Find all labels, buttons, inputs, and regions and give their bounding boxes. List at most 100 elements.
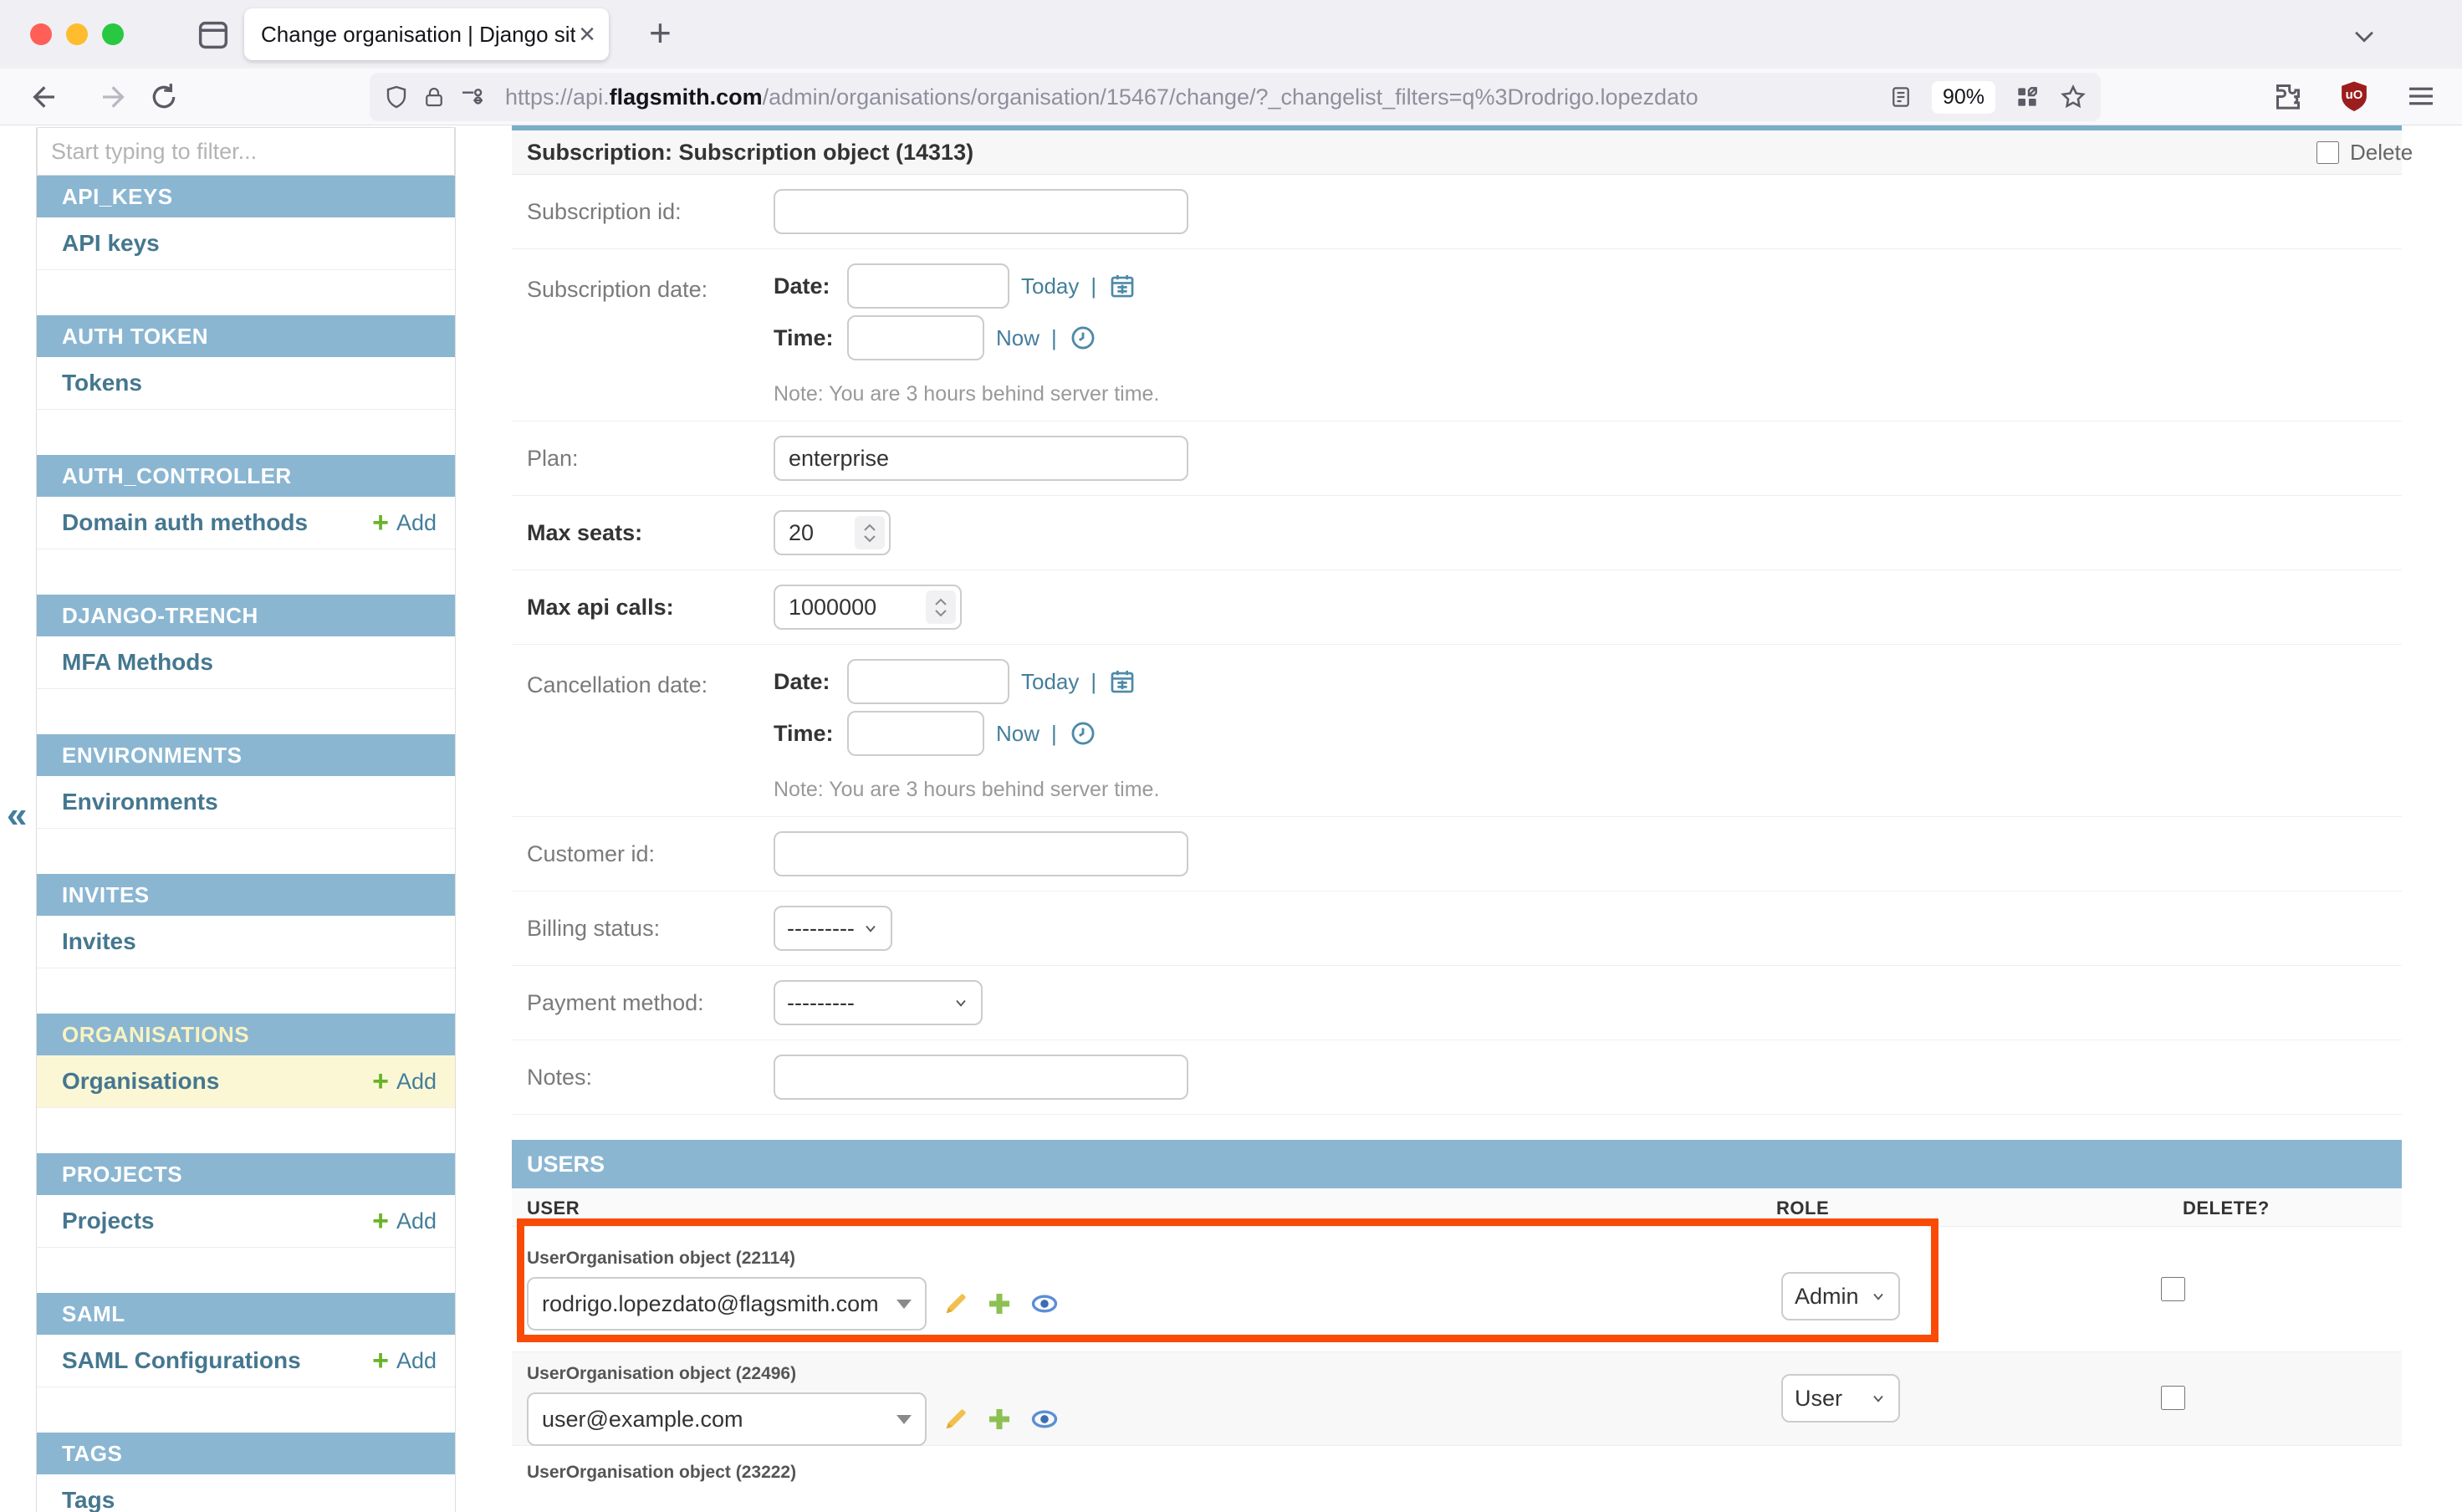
sidebar-item-projects[interactable]: Projects +Add (37, 1195, 455, 1248)
sidebar-item-api-keys[interactable]: API keys (37, 217, 455, 270)
cancellation-date-input[interactable] (847, 659, 1009, 704)
cancellation-date-label: Cancellation date: (512, 659, 774, 802)
clock-icon[interactable] (1069, 719, 1097, 748)
edit-pencil-icon[interactable] (942, 1290, 970, 1318)
tab-list-chevron-icon[interactable] (2350, 22, 2378, 54)
number-stepper[interactable] (855, 516, 885, 549)
role-select-value: User (1795, 1386, 1842, 1412)
add-domain-auth-method-link[interactable]: + Add (372, 508, 437, 537)
tab-close-icon[interactable]: × (579, 20, 595, 49)
calendar-icon[interactable] (1108, 667, 1137, 696)
view-related-eye-icon[interactable] (1029, 1405, 1060, 1433)
column-header-role: ROLE (1776, 1198, 1829, 1219)
firefox-view-icon[interactable] (194, 16, 232, 59)
add-related-icon[interactable] (985, 1405, 1014, 1433)
delete-user-checkbox[interactable] (2161, 1386, 2185, 1410)
permissions-icon[interactable] (458, 84, 487, 110)
role-select[interactable]: User (1781, 1374, 1900, 1423)
sidebar-item-environments[interactable]: Environments (37, 776, 455, 829)
url-scheme: https://api. (505, 84, 610, 110)
sidebar-item-label[interactable]: Environments (62, 789, 218, 815)
add-label: Add (396, 510, 437, 536)
reader-mode-icon[interactable] (1888, 84, 1913, 110)
sidebar-collapse-toggle[interactable]: « (7, 794, 27, 836)
delete-label: Delete (2350, 140, 2413, 166)
back-icon[interactable] (25, 80, 59, 118)
calendar-icon[interactable] (1108, 272, 1137, 300)
sidebar-item-domain-auth-methods[interactable]: Domain auth methods + Add (37, 497, 455, 549)
reload-icon[interactable] (147, 80, 181, 118)
forward-icon[interactable] (99, 80, 132, 118)
user-select[interactable]: rodrigo.lopezdato@flagsmith.com (527, 1277, 927, 1331)
billing-status-select[interactable]: --------- (774, 906, 892, 951)
add-saml-configuration-link[interactable]: +Add (372, 1346, 437, 1375)
sidebar-item-label[interactable]: Domain auth methods (62, 509, 308, 536)
subscription-date-input[interactable] (847, 263, 1009, 309)
chevron-down-icon (862, 920, 879, 937)
clock-icon[interactable] (1069, 324, 1097, 352)
add-related-icon[interactable] (985, 1290, 1014, 1318)
server-time-note: Note: You are 3 hours behind server time… (774, 382, 1159, 406)
sidebar-spacer (37, 549, 455, 595)
user-select[interactable]: user@example.com (527, 1392, 927, 1446)
payment-method-select[interactable]: --------- (774, 980, 983, 1025)
sidebar-item-label[interactable]: API keys (62, 230, 160, 257)
sidebar-item-label[interactable]: SAML Configurations (62, 1347, 301, 1374)
customer-id-input[interactable] (774, 831, 1188, 876)
sidebar-item-label[interactable]: Organisations (62, 1068, 219, 1095)
add-organisation-link[interactable]: +Add (372, 1067, 437, 1096)
delete-user-checkbox[interactable] (2161, 1277, 2185, 1301)
user-row: UserOrganisation object (23222) (512, 1446, 2402, 1496)
sidebar-item-organisations[interactable]: Organisations +Add (37, 1055, 455, 1108)
sidebar-item-label[interactable]: MFA Methods (62, 649, 213, 676)
now-link[interactable]: Now (996, 325, 1039, 351)
role-select[interactable]: Admin (1781, 1272, 1900, 1320)
minimize-window-button[interactable] (66, 23, 88, 45)
bookmark-star-icon[interactable] (2059, 83, 2087, 111)
shield-icon[interactable] (383, 84, 410, 110)
change-form: Subscription: Subscription object (14313… (512, 125, 2462, 1496)
extensions-puzzle-icon[interactable] (2271, 79, 2305, 113)
new-tab-button[interactable]: + (649, 10, 672, 55)
sidebar-filter-input[interactable] (37, 127, 455, 176)
sidebar-item-saml-configurations[interactable]: SAML Configurations +Add (37, 1335, 455, 1387)
sidebar-item-label[interactable]: Invites (62, 928, 136, 955)
sidebar-item-invites[interactable]: Invites (37, 916, 455, 968)
server-time-note: Note: You are 3 hours behind server time… (774, 778, 1159, 802)
now-link[interactable]: Now (996, 721, 1039, 747)
plus-icon: + (372, 1067, 389, 1096)
plan-input[interactable] (774, 436, 1188, 481)
sidebar-item-label[interactable]: Tokens (62, 370, 142, 396)
sidebar-item-label[interactable]: Tags (62, 1487, 115, 1512)
hamburger-menu-icon[interactable] (2403, 79, 2439, 114)
add-project-link[interactable]: +Add (372, 1207, 437, 1235)
today-link[interactable]: Today (1021, 273, 1079, 299)
view-related-eye-icon[interactable] (1029, 1290, 1060, 1318)
zoom-level-badge[interactable]: 90% (1932, 81, 1995, 114)
subscription-time-input[interactable] (847, 315, 984, 360)
navigation-toolbar: https://api.flagsmith.com/admin/organisa… (0, 69, 2462, 125)
today-link[interactable]: Today (1021, 669, 1079, 695)
subscription-id-input[interactable] (774, 189, 1188, 234)
user-row: UserOrganisation object (22114) rodrigo.… (512, 1227, 2402, 1352)
sidebar-item-label[interactable]: Projects (62, 1208, 155, 1234)
close-window-button[interactable] (30, 23, 52, 45)
sidebar-item-tags[interactable]: Tags (37, 1474, 455, 1512)
column-header-user: USER (527, 1198, 580, 1219)
sidebar-spacer (37, 410, 455, 455)
plus-icon: + (372, 508, 389, 537)
edit-pencil-icon[interactable] (942, 1405, 970, 1433)
sidebar-item-tokens[interactable]: Tokens (37, 357, 455, 410)
notes-input[interactable] (774, 1055, 1188, 1100)
browser-tab[interactable]: Change organisation | Django site adm × (244, 8, 609, 60)
zoom-window-button[interactable] (102, 23, 124, 45)
delete-subscription-checkbox[interactable] (2316, 141, 2339, 164)
ublock-origin-icon[interactable]: uO (2337, 79, 2372, 114)
url-bar[interactable]: https://api.flagsmith.com/admin/organisa… (370, 73, 2101, 121)
number-stepper[interactable] (926, 590, 956, 624)
lock-icon[interactable] (421, 84, 447, 110)
blocked-content-grid-icon[interactable] (2014, 84, 2041, 110)
url-text[interactable]: https://api.flagsmith.com/admin/organisa… (505, 84, 1878, 110)
cancellation-time-input[interactable] (847, 711, 984, 756)
sidebar-item-mfa-methods[interactable]: MFA Methods (37, 636, 455, 689)
